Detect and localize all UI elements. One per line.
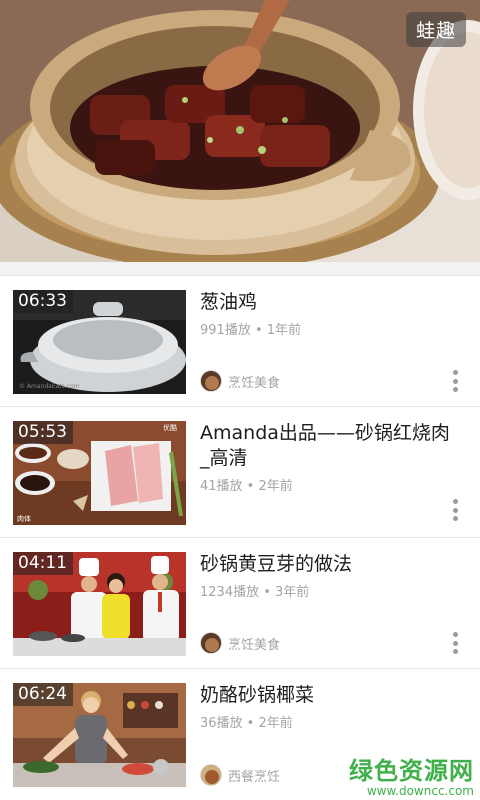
video-meta: 36播放 • 2年前: [200, 716, 293, 731]
video-title[interactable]: 奶酪砂锅椰菜: [200, 683, 458, 708]
more-options-icon[interactable]: [452, 370, 458, 392]
video-meta: 1234播放 • 3年前: [200, 585, 310, 600]
svg-text:© AmandaEats.com: © AmandaEats.com: [19, 383, 80, 390]
svg-text:肉体: 肉体: [17, 514, 31, 523]
more-options-icon[interactable]: [452, 632, 458, 654]
video-list-item[interactable]: © AmandaEats.com 06:33 葱油鸡 991播放 • 1年前 烹…: [0, 276, 480, 407]
video-meta: 991播放 • 1年前: [200, 323, 302, 338]
channel-name: 西餐烹饪: [228, 769, 281, 785]
video-list: © AmandaEats.com 06:33 葱油鸡 991播放 • 1年前 烹…: [0, 276, 480, 800]
video-title[interactable]: 葱油鸡: [200, 290, 458, 315]
video-meta: 41播放 • 2年前: [200, 479, 293, 494]
channel-avatar: [200, 764, 222, 786]
video-thumbnail[interactable]: 优酷 肉体 05:53: [13, 421, 186, 525]
duration-badge: 04:11: [13, 552, 73, 575]
section-divider: [0, 262, 480, 276]
brand-logo: 蛙趣: [405, 12, 466, 47]
duration-badge: 06:33: [13, 290, 73, 313]
site-watermark: 绿色资源网 www.downcc.com: [349, 751, 474, 798]
video-list-item[interactable]: 优酷 肉体 05:53 Amanda出品——砂锅红烧肉_高清 41播放 • 2年…: [0, 407, 480, 538]
svg-text:优酷: 优酷: [163, 423, 177, 432]
duration-badge: 05:53: [13, 421, 73, 444]
video-title[interactable]: Amanda出品——砂锅红烧肉_高清: [200, 421, 458, 471]
channel-name: 烹饪美食: [228, 375, 281, 391]
channel-name: 烹饪美食: [228, 637, 281, 653]
channel-info[interactable]: 西餐烹饪: [200, 764, 280, 786]
video-thumbnail[interactable]: 06:24: [13, 683, 186, 787]
channel-avatar: [200, 632, 222, 654]
channel-avatar: [200, 370, 222, 392]
hero-banner[interactable]: 蛙趣: [0, 0, 480, 262]
more-options-icon[interactable]: [452, 499, 458, 521]
watermark-url: www.downcc.com: [366, 784, 474, 798]
video-title[interactable]: 砂锅黄豆芽的做法: [200, 552, 458, 577]
watermark-brand: 绿色资源网: [349, 757, 474, 785]
video-list-item[interactable]: 04:11 砂锅黄豆芽的做法 1234播放 • 3年前 烹饪美食: [0, 538, 480, 669]
duration-badge: 06:24: [13, 683, 73, 706]
channel-info[interactable]: 烹饪美食: [200, 370, 280, 392]
video-thumbnail[interactable]: © AmandaEats.com 06:33: [13, 290, 186, 394]
channel-info[interactable]: 烹饪美食: [200, 632, 280, 654]
video-thumbnail[interactable]: 04:11: [13, 552, 186, 656]
